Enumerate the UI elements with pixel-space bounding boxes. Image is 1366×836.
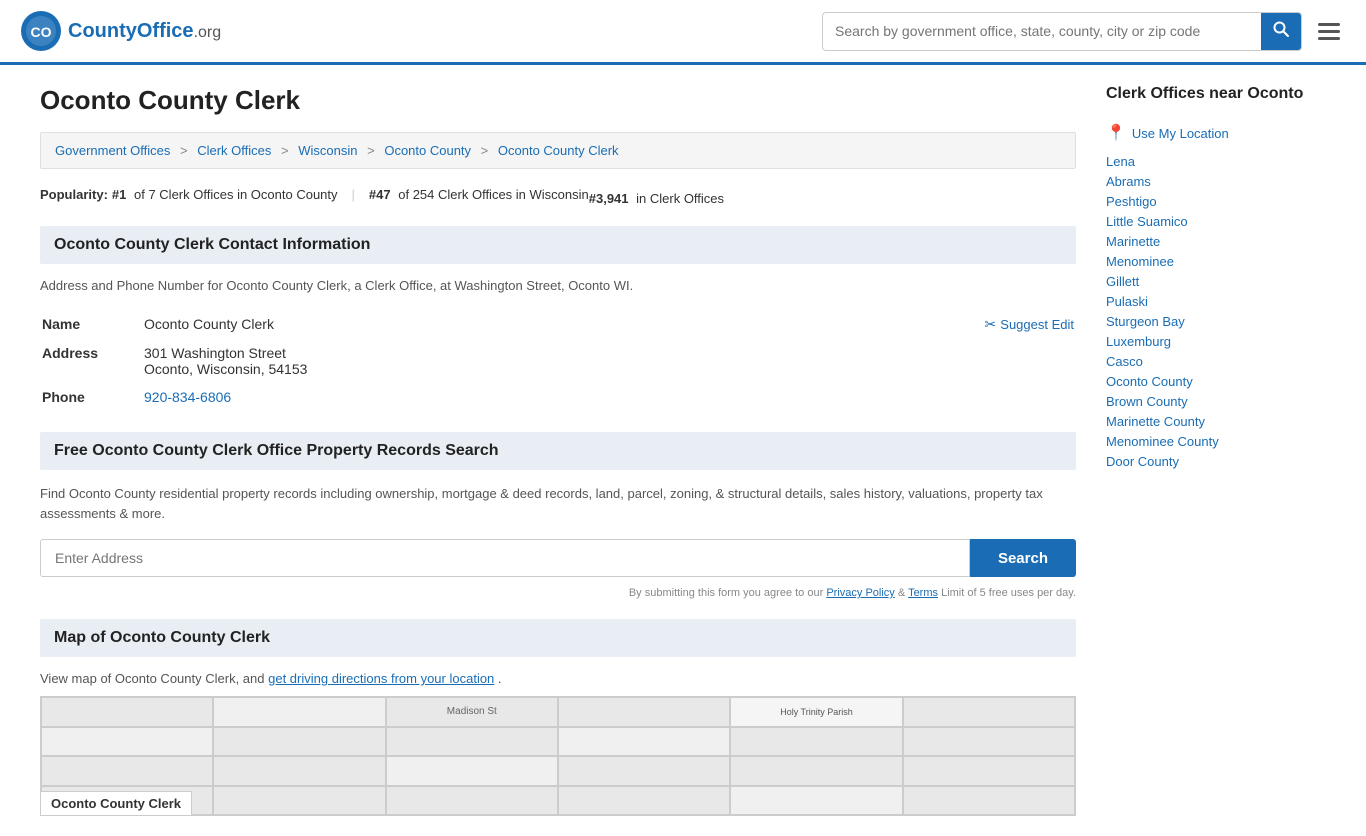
popularity-label: Popularity: — [40, 187, 108, 202]
contact-description: Address and Phone Number for Oconto Coun… — [40, 278, 1076, 293]
search-button[interactable]: Search — [970, 539, 1076, 577]
list-item: Casco — [1106, 353, 1326, 369]
list-item: Brown County — [1106, 393, 1326, 409]
list-item: Gillett — [1106, 273, 1326, 289]
list-item: Marinette County — [1106, 413, 1326, 429]
popularity-rank1: #1 of 7 Clerk Offices in Oconto County — [112, 187, 338, 202]
sidebar-link-abrams[interactable]: Abrams — [1106, 174, 1151, 189]
list-item: Pulaski — [1106, 293, 1326, 309]
sidebar-link-sturgeon-bay[interactable]: Sturgeon Bay — [1106, 314, 1185, 329]
phone-link[interactable]: 920-834-6806 — [144, 389, 231, 405]
header-search-button[interactable] — [1261, 13, 1301, 50]
logo-icon: CO — [20, 10, 62, 52]
phone-value: 920-834-6806 — [144, 384, 1074, 410]
page-title: Oconto County Clerk — [40, 85, 1076, 116]
header: CO CountyOffice.org — [0, 0, 1366, 65]
header-search-icon — [1273, 21, 1289, 37]
breadcrumb-sep-2: > — [281, 143, 289, 158]
contact-info-table: Name Oconto County Clerk ✂ Suggest Edit … — [40, 309, 1076, 412]
list-item: Abrams — [1106, 173, 1326, 189]
breadcrumb-sep-3: > — [367, 143, 375, 158]
sidebar-link-gillett[interactable]: Gillett — [1106, 274, 1139, 289]
terms-line: By submitting this form you agree to our… — [40, 587, 1076, 599]
sidebar-title: Clerk Offices near Oconto — [1106, 85, 1326, 109]
directions-link[interactable]: get driving directions from your locatio… — [268, 671, 494, 686]
table-row-name: Name Oconto County Clerk ✂ Suggest Edit — [42, 311, 1074, 338]
table-row-phone: Phone 920-834-6806 — [42, 384, 1074, 410]
header-right — [822, 12, 1346, 51]
phone-label: Phone — [42, 384, 142, 410]
sidebar-links-list: Lena Abrams Peshtigo Little Suamico Mari… — [1106, 153, 1326, 469]
list-item: Luxemburg — [1106, 333, 1326, 349]
svg-text:CO: CO — [31, 24, 52, 40]
sidebar-link-marinette[interactable]: Marinette — [1106, 234, 1160, 249]
pop-divider-1: | — [352, 187, 355, 202]
property-description: Find Oconto County residential property … — [40, 484, 1076, 523]
address-search-row: Search — [40, 539, 1076, 577]
sidebar-link-lena[interactable]: Lena — [1106, 154, 1135, 169]
map-section-header: Map of Oconto County Clerk — [40, 619, 1076, 657]
logo-area: CO CountyOffice.org — [20, 10, 221, 52]
breadcrumb-link-wisconsin[interactable]: Wisconsin — [298, 143, 357, 158]
sidebar-link-door-county[interactable]: Door County — [1106, 454, 1179, 469]
list-item: Door County — [1106, 453, 1326, 469]
name-value: Oconto County Clerk ✂ Suggest Edit — [144, 311, 1074, 338]
property-section-header: Free Oconto County Clerk Office Property… — [40, 432, 1076, 470]
sidebar-link-pulaski[interactable]: Pulaski — [1106, 294, 1148, 309]
address-value: 301 Washington Street Oconto, Wisconsin,… — [144, 340, 1074, 382]
sidebar-link-menominee[interactable]: Menominee — [1106, 254, 1174, 269]
sidebar: Clerk Offices near Oconto 📍 Use My Locat… — [1106, 85, 1326, 816]
sidebar-link-little-suamico[interactable]: Little Suamico — [1106, 214, 1188, 229]
sidebar-link-menominee-county[interactable]: Menominee County — [1106, 434, 1219, 449]
sidebar-link-oconto-county[interactable]: Oconto County — [1106, 374, 1193, 389]
contact-section-header: Oconto County Clerk Contact Information — [40, 226, 1076, 264]
location-pin-icon: 📍 — [1106, 123, 1126, 143]
list-item: Menominee — [1106, 253, 1326, 269]
breadcrumb-link-gov[interactable]: Government Offices — [55, 143, 170, 158]
map-placeholder: Madison St Holy Trinity Parish — [40, 696, 1076, 816]
breadcrumb-sep-4: > — [481, 143, 489, 158]
use-location-link[interactable]: 📍 Use My Location — [1106, 123, 1326, 143]
map-section: Map of Oconto County Clerk View map of O… — [40, 619, 1076, 816]
breadcrumb: Government Offices > Clerk Offices > Wis… — [40, 132, 1076, 169]
sidebar-link-peshtigo[interactable]: Peshtigo — [1106, 194, 1157, 209]
breadcrumb-link-oconto-county[interactable]: Oconto County — [384, 143, 471, 158]
privacy-policy-link[interactable]: Privacy Policy — [826, 587, 894, 599]
suggest-edit-link[interactable]: ✂ Suggest Edit — [985, 316, 1074, 333]
address-input[interactable] — [40, 539, 970, 577]
popularity-rank2: #47 of 254 Clerk Offices in Wisconsin — [369, 187, 589, 202]
main-container: Oconto County Clerk Government Offices >… — [0, 65, 1366, 836]
sidebar-link-casco[interactable]: Casco — [1106, 354, 1143, 369]
breadcrumb-link-oconto-clerk[interactable]: Oconto County Clerk — [498, 143, 619, 158]
name-label: Name — [42, 311, 142, 338]
map-description: View map of Oconto County Clerk, and get… — [40, 671, 1076, 686]
property-section: Free Oconto County Clerk Office Property… — [40, 432, 1076, 599]
address-label: Address — [42, 340, 142, 382]
list-item: Menominee County — [1106, 433, 1326, 449]
list-item: Peshtigo — [1106, 193, 1326, 209]
breadcrumb-link-clerk[interactable]: Clerk Offices — [197, 143, 271, 158]
header-search-wrapper — [822, 12, 1302, 51]
breadcrumb-sep-1: > — [180, 143, 188, 158]
content-area: Oconto County Clerk Government Offices >… — [40, 85, 1076, 816]
terms-link[interactable]: Terms — [908, 587, 938, 599]
sidebar-link-marinette-county[interactable]: Marinette County — [1106, 414, 1205, 429]
header-search-input[interactable] — [823, 15, 1261, 47]
map-label: Oconto County Clerk — [41, 791, 192, 815]
popularity-bar: Popularity: #1 of 7 Clerk Offices in Oco… — [40, 187, 1076, 206]
popularity-rank3: #3,941 in Clerk Offices — [589, 191, 724, 206]
list-item: Oconto County — [1106, 373, 1326, 389]
edit-icon: ✂ — [985, 316, 997, 333]
list-item: Little Suamico — [1106, 213, 1326, 229]
list-item: Sturgeon Bay — [1106, 313, 1326, 329]
list-item: Marinette — [1106, 233, 1326, 249]
sidebar-link-luxemburg[interactable]: Luxemburg — [1106, 334, 1171, 349]
hamburger-menu[interactable] — [1312, 17, 1346, 46]
table-row-address: Address 301 Washington Street Oconto, Wi… — [42, 340, 1074, 382]
sidebar-link-brown-county[interactable]: Brown County — [1106, 394, 1188, 409]
list-item: Lena — [1106, 153, 1326, 169]
logo-text: CountyOffice.org — [68, 20, 221, 43]
